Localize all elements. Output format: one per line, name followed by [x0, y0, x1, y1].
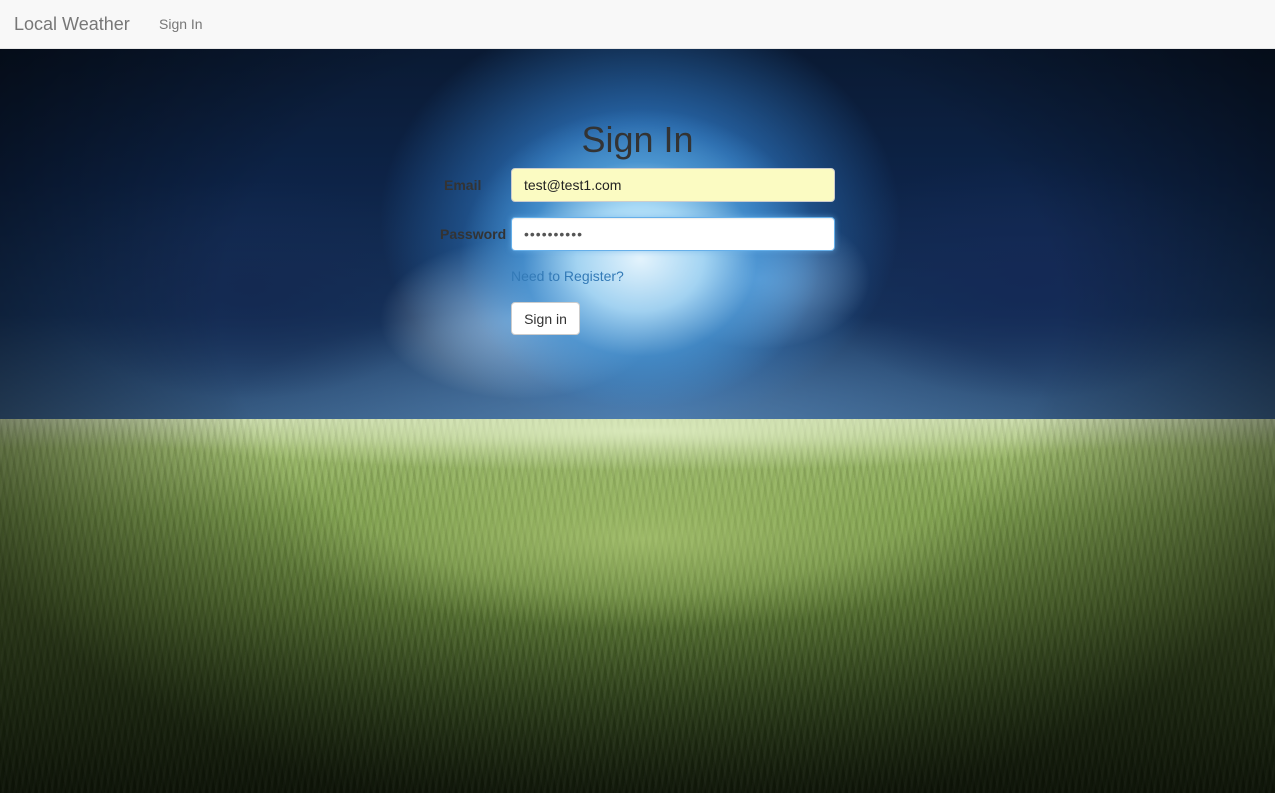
background-image: Sign In Email Password Need to Register?…	[0, 49, 1275, 793]
password-field[interactable]	[511, 217, 835, 251]
brand-link[interactable]: Local Weather	[14, 14, 130, 35]
email-label: Email	[444, 177, 482, 193]
navbar: Local Weather Sign In	[0, 0, 1275, 49]
password-label: Password	[440, 226, 507, 242]
nav-link-sign-in[interactable]: Sign In	[159, 16, 203, 32]
register-link[interactable]: Need to Register?	[511, 268, 624, 284]
page-title: Sign In	[581, 119, 694, 160]
email-field[interactable]	[511, 168, 835, 202]
wheat-field	[0, 419, 1275, 793]
sign-in-button[interactable]: Sign in	[511, 302, 580, 335]
